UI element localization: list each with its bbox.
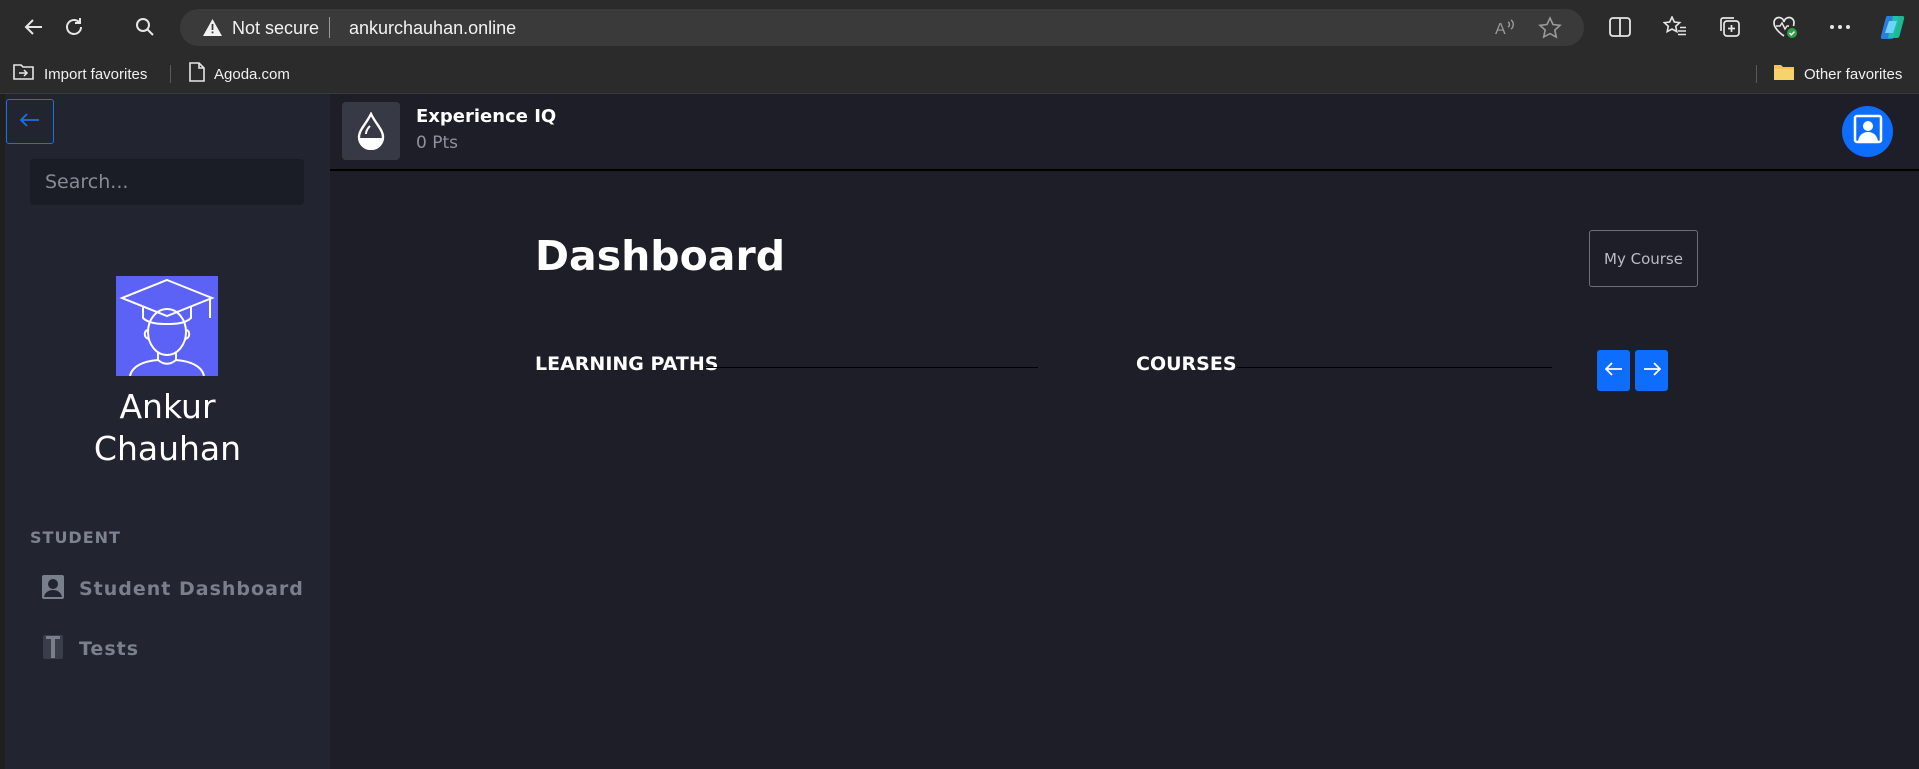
droplet-logo-icon[interactable] xyxy=(342,102,400,160)
arrow-left-icon xyxy=(1604,362,1623,379)
courses-prev-button[interactable] xyxy=(1597,350,1630,391)
section-label-student: STUDENT xyxy=(30,528,121,547)
import-folder-icon xyxy=(13,62,35,86)
bookmark-other-favorites[interactable]: Other favorites xyxy=(1773,62,1902,86)
security-label[interactable]: Not secure xyxy=(232,18,319,39)
bookmarks-bar: Import favorites Agoda.com Other favorit… xyxy=(0,55,1919,94)
browser-essentials-icon[interactable] xyxy=(1769,11,1801,43)
bookmark-divider xyxy=(170,65,171,83)
bookmark-divider xyxy=(1756,65,1757,83)
sidebar: Ankur Chauhan STUDENT Student Dashboard … xyxy=(5,94,330,769)
search-input[interactable] xyxy=(30,159,304,205)
user-profile-icon xyxy=(1853,114,1883,149)
sidebar-item-label: Student Dashboard xyxy=(79,578,304,600)
profile-name: Ankur Chauhan xyxy=(93,387,242,468)
collections-icon[interactable] xyxy=(1714,11,1746,43)
brand-title: Experience IQ xyxy=(416,106,557,127)
arrow-right-icon xyxy=(1643,362,1661,379)
url-text[interactable]: ankurchauhan.online xyxy=(349,18,516,39)
browser-toolbar: Not secure ankurchauhan.online A xyxy=(0,0,1919,55)
courses-next-button[interactable] xyxy=(1635,350,1668,391)
courses-heading: COURSES xyxy=(1136,353,1237,375)
sidebar-item-tests[interactable]: Tests xyxy=(41,632,139,666)
graduate-avatar xyxy=(116,276,218,377)
sidebar-item-label: Tests xyxy=(79,638,140,660)
app-frame: Ankur Chauhan STUDENT Student Dashboard … xyxy=(5,94,1919,769)
read-aloud-icon[interactable]: A xyxy=(1493,16,1517,45)
learning-paths-heading: LEARNING PATHS xyxy=(535,353,719,375)
search-icon[interactable] xyxy=(129,11,161,43)
courses-divider xyxy=(1237,367,1552,368)
back-arrow-icon[interactable] xyxy=(18,11,50,43)
bookmark-label: Import favorites xyxy=(44,65,148,83)
more-options-icon[interactable] xyxy=(1824,11,1856,43)
favorites-icon[interactable] xyxy=(1659,11,1691,43)
arrow-left-icon xyxy=(19,113,40,130)
page-icon xyxy=(189,62,205,86)
test-tube-icon xyxy=(41,634,65,665)
page-title: Dashboard xyxy=(535,232,786,280)
warning-icon[interactable] xyxy=(202,18,223,42)
address-divider xyxy=(329,17,330,38)
learning-paths-divider xyxy=(705,367,1038,368)
my-course-button[interactable]: My Course xyxy=(1589,230,1698,287)
app-header: Experience IQ 0 Pts xyxy=(330,94,1919,171)
sidebar-collapse-button[interactable] xyxy=(6,99,54,144)
bookmark-label: Other favorites xyxy=(1804,65,1903,83)
bookmark-label: Agoda.com xyxy=(214,65,290,83)
svg-text:A: A xyxy=(1495,21,1506,38)
refresh-icon[interactable] xyxy=(58,11,90,43)
sidebar-item-student-dashboard[interactable]: Student Dashboard xyxy=(41,572,304,606)
user-account-button[interactable] xyxy=(1842,106,1893,157)
favorite-star-icon[interactable] xyxy=(1538,16,1562,45)
address-bar[interactable]: Not secure ankurchauhan.online A xyxy=(180,9,1584,46)
points-counter: 0 Pts xyxy=(416,133,458,153)
user-card-icon xyxy=(41,574,65,605)
bookmark-import-favorites[interactable]: Import favorites xyxy=(13,62,147,86)
folder-icon xyxy=(1773,63,1795,85)
bookmark-agoda[interactable]: Agoda.com xyxy=(189,62,290,86)
copilot-icon[interactable] xyxy=(1877,11,1909,43)
split-screen-icon[interactable] xyxy=(1604,11,1636,43)
